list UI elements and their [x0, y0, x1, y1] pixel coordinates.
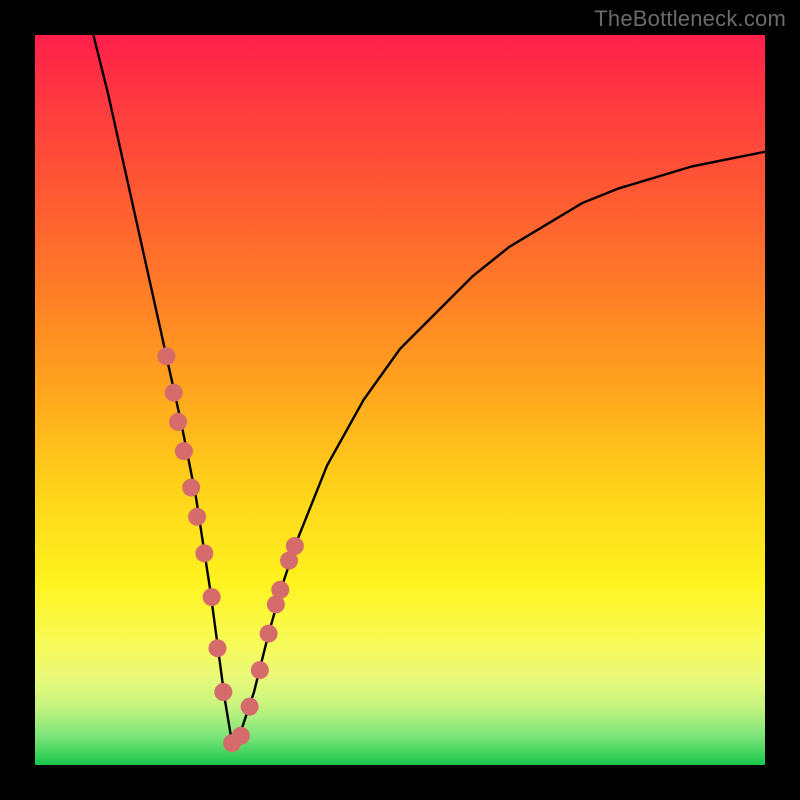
- highlight-dot: [175, 442, 193, 460]
- highlight-dot: [241, 698, 259, 716]
- chart-frame: TheBottleneck.com: [0, 0, 800, 800]
- curve-layer: [35, 35, 765, 765]
- highlight-dot: [260, 625, 278, 643]
- highlight-dot: [214, 683, 232, 701]
- highlight-dot: [182, 479, 200, 497]
- highlight-dot: [251, 661, 269, 679]
- highlight-dot: [165, 384, 183, 402]
- highlight-dot: [232, 727, 250, 745]
- watermark-text: TheBottleneck.com: [594, 6, 786, 32]
- highlight-dots-group: [157, 347, 303, 752]
- highlight-dot: [169, 413, 187, 431]
- plot-area: [35, 35, 765, 765]
- highlight-dot: [271, 581, 289, 599]
- bottleneck-curve: [93, 35, 765, 743]
- highlight-dot: [188, 508, 206, 526]
- highlight-dot: [195, 544, 213, 562]
- highlight-dot: [209, 639, 227, 657]
- highlight-dot: [203, 588, 221, 606]
- highlight-dot: [157, 347, 175, 365]
- highlight-dot: [286, 537, 304, 555]
